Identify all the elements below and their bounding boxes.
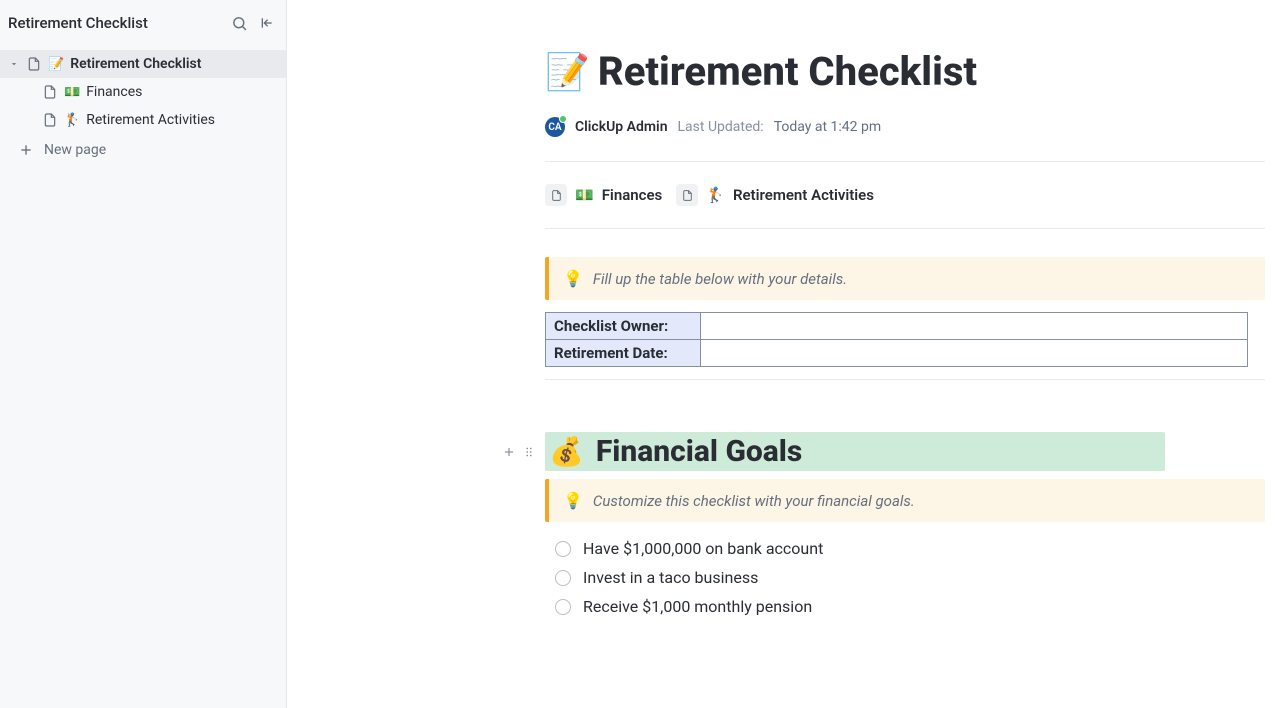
callout-fill-details[interactable]: 💡 Fill up the table below with your deta…: [545, 257, 1265, 300]
retirement-date-label: Retirement Date:: [546, 340, 701, 367]
table-row: Retirement Date:: [546, 340, 1248, 367]
section-heading-row: 💰 Financial Goals: [545, 432, 1265, 471]
nav-item-emoji: 🏌️: [64, 113, 80, 128]
sub-page-finances[interactable]: 💵 Finances: [545, 184, 662, 206]
checklist-item-label: Receive $1,000 monthly pension: [583, 597, 812, 616]
callout-text: Customize this checklist with your finan…: [593, 492, 915, 510]
sub-page-retirement-activities[interactable]: 🏌️ Retirement Activities: [676, 184, 874, 206]
divider: [545, 379, 1265, 380]
presence-dot: [559, 115, 567, 123]
checklist-item-label: Have $1,000,000 on bank account: [583, 539, 823, 558]
financial-goals-heading[interactable]: 💰 Financial Goals: [545, 432, 1165, 471]
document-icon: [676, 184, 698, 206]
table-row: Checklist Owner:: [546, 313, 1248, 340]
document-icon: [42, 112, 58, 128]
divider: [545, 228, 1265, 229]
new-page-label: New page: [44, 142, 106, 158]
document-content: 📝 Retirement Checklist CA ClickUp Admin …: [545, 48, 1265, 621]
callout-text: Fill up the table below with your detail…: [593, 270, 847, 288]
sub-page-label: Retirement Activities: [733, 186, 874, 204]
section-title: Financial Goals: [596, 434, 802, 469]
avatar-initials: CA: [548, 122, 561, 133]
sidebar: Retirement Checklist 📝 Retirement Checkl…: [0, 0, 287, 708]
nav-item-emoji: 📝: [48, 57, 64, 72]
page-title[interactable]: 📝 Retirement Checklist: [545, 48, 1265, 95]
checkbox[interactable]: [555, 541, 571, 557]
checklist-owner-label: Checklist Owner:: [546, 313, 701, 340]
lightbulb-icon: 💡: [563, 269, 583, 288]
checkbox[interactable]: [555, 599, 571, 615]
checklist-item[interactable]: Invest in a taco business: [545, 563, 1265, 592]
checkbox[interactable]: [555, 570, 571, 586]
sidebar-nav: 📝 Retirement Checklist 💵 Finances 🏌️ Ret…: [0, 46, 286, 134]
nav-item-emoji: 💵: [64, 85, 80, 100]
nav-item-label: Retirement Activities: [86, 112, 215, 128]
updated-label: Last Updated:: [678, 119, 764, 135]
collapse-sidebar-icon[interactable]: [258, 14, 276, 32]
updated-value: Today at 1:42 pm: [774, 119, 881, 135]
retirement-date-value[interactable]: [701, 340, 1248, 367]
sub-page-label: Finances: [602, 186, 663, 204]
sidebar-header-actions: [230, 14, 276, 32]
author-name: ClickUp Admin: [575, 119, 668, 135]
checklist-item[interactable]: Have $1,000,000 on bank account: [545, 534, 1265, 563]
document-icon: [26, 56, 42, 72]
callout-customize-goals[interactable]: 💡 Customize this checklist with your fin…: [545, 479, 1265, 522]
nav-item-label: Retirement Checklist: [70, 56, 201, 72]
sub-page-emoji: 💵: [575, 186, 594, 204]
add-block-icon[interactable]: [501, 444, 517, 460]
lightbulb-icon: 💡: [563, 491, 583, 510]
sidebar-title: Retirement Checklist: [8, 14, 148, 32]
document-icon: [545, 184, 567, 206]
sub-pages-row: 💵 Finances 🏌️ Retirement Activities: [545, 174, 1265, 216]
block-controls: [501, 444, 537, 460]
sub-page-emoji: 🏌️: [706, 186, 725, 204]
drag-handle-icon[interactable]: [521, 444, 537, 460]
financial-goals-checklist: Have $1,000,000 on bank account Invest i…: [545, 534, 1265, 621]
sidebar-header: Retirement Checklist: [0, 0, 286, 46]
section-emoji: 💰: [549, 435, 584, 468]
page-meta: CA ClickUp Admin Last Updated: Today at …: [545, 117, 1265, 137]
page-title-text: Retirement Checklist: [598, 48, 977, 95]
document-icon: [42, 84, 58, 100]
checklist-item[interactable]: Receive $1,000 monthly pension: [545, 592, 1265, 621]
nav-item-label: Finances: [86, 84, 142, 100]
checklist-owner-value[interactable]: [701, 313, 1248, 340]
plus-icon: [18, 142, 34, 158]
main-content: 📝 Retirement Checklist CA ClickUp Admin …: [287, 0, 1275, 708]
author-avatar[interactable]: CA: [545, 117, 565, 137]
search-icon[interactable]: [230, 14, 248, 32]
sidebar-item-retirement-activities[interactable]: 🏌️ Retirement Activities: [0, 106, 286, 134]
page-title-emoji: 📝: [545, 51, 590, 93]
checklist-item-label: Invest in a taco business: [583, 568, 758, 587]
sidebar-item-finances[interactable]: 💵 Finances: [0, 78, 286, 106]
sidebar-item-retirement-checklist[interactable]: 📝 Retirement Checklist: [0, 50, 286, 78]
info-table: Checklist Owner: Retirement Date:: [545, 312, 1248, 367]
divider: [545, 161, 1265, 162]
new-page-button[interactable]: New page: [0, 134, 286, 166]
chevron-down-icon[interactable]: [8, 59, 20, 69]
